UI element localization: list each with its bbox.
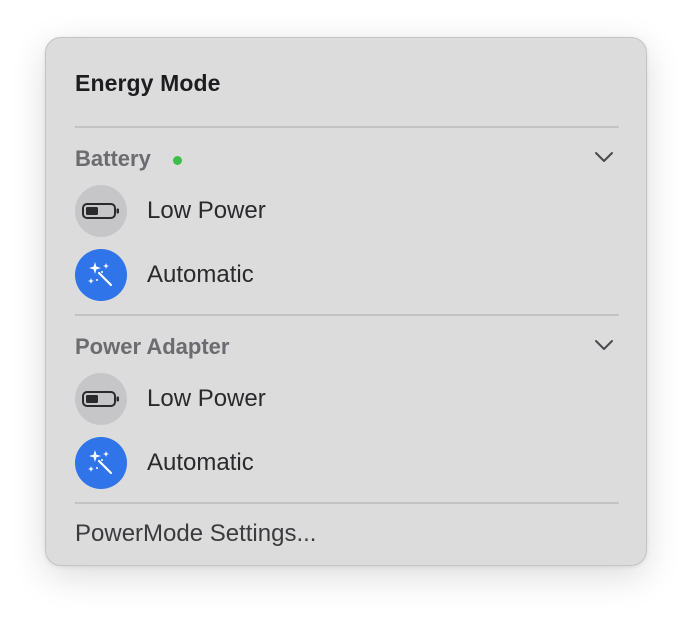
energy-mode-menu: Energy Mode Battery Low Power Automatic … xyxy=(45,37,647,566)
option-label: Automatic xyxy=(147,449,254,476)
powermode-settings-menu-item[interactable]: PowerMode Settings... xyxy=(75,520,316,548)
option-label: Automatic xyxy=(147,261,254,288)
power-adapter-section-label: Power Adapter xyxy=(75,334,230,359)
battery-section-label: Battery xyxy=(75,146,151,171)
option-label: Low Power xyxy=(147,197,266,224)
adapter-low-power-option[interactable]: Low Power xyxy=(75,373,619,427)
battery-low-icon xyxy=(82,391,119,407)
magic-wand-icon xyxy=(88,262,113,287)
adapter-low-power-toggle[interactable] xyxy=(75,373,127,425)
divider xyxy=(75,502,619,504)
divider xyxy=(75,314,619,316)
menu-title: Energy Mode xyxy=(75,70,221,96)
adapter-automatic-toggle[interactable] xyxy=(75,437,127,489)
battery-low-icon xyxy=(82,203,119,219)
chevron-down-icon[interactable] xyxy=(593,146,615,168)
chevron-down-icon[interactable] xyxy=(593,334,615,356)
active-status-dot xyxy=(173,156,182,165)
battery-automatic-option[interactable]: Automatic xyxy=(75,249,619,303)
adapter-automatic-option[interactable]: Automatic xyxy=(75,437,619,491)
battery-low-power-option[interactable]: Low Power xyxy=(75,185,619,239)
battery-low-power-toggle[interactable] xyxy=(75,185,127,237)
battery-automatic-toggle[interactable] xyxy=(75,249,127,301)
magic-wand-icon xyxy=(88,450,113,475)
battery-section-header[interactable]: Battery xyxy=(75,144,619,174)
divider xyxy=(75,126,619,128)
option-label: Low Power xyxy=(147,385,266,412)
power-adapter-section-header[interactable]: Power Adapter xyxy=(75,332,619,362)
